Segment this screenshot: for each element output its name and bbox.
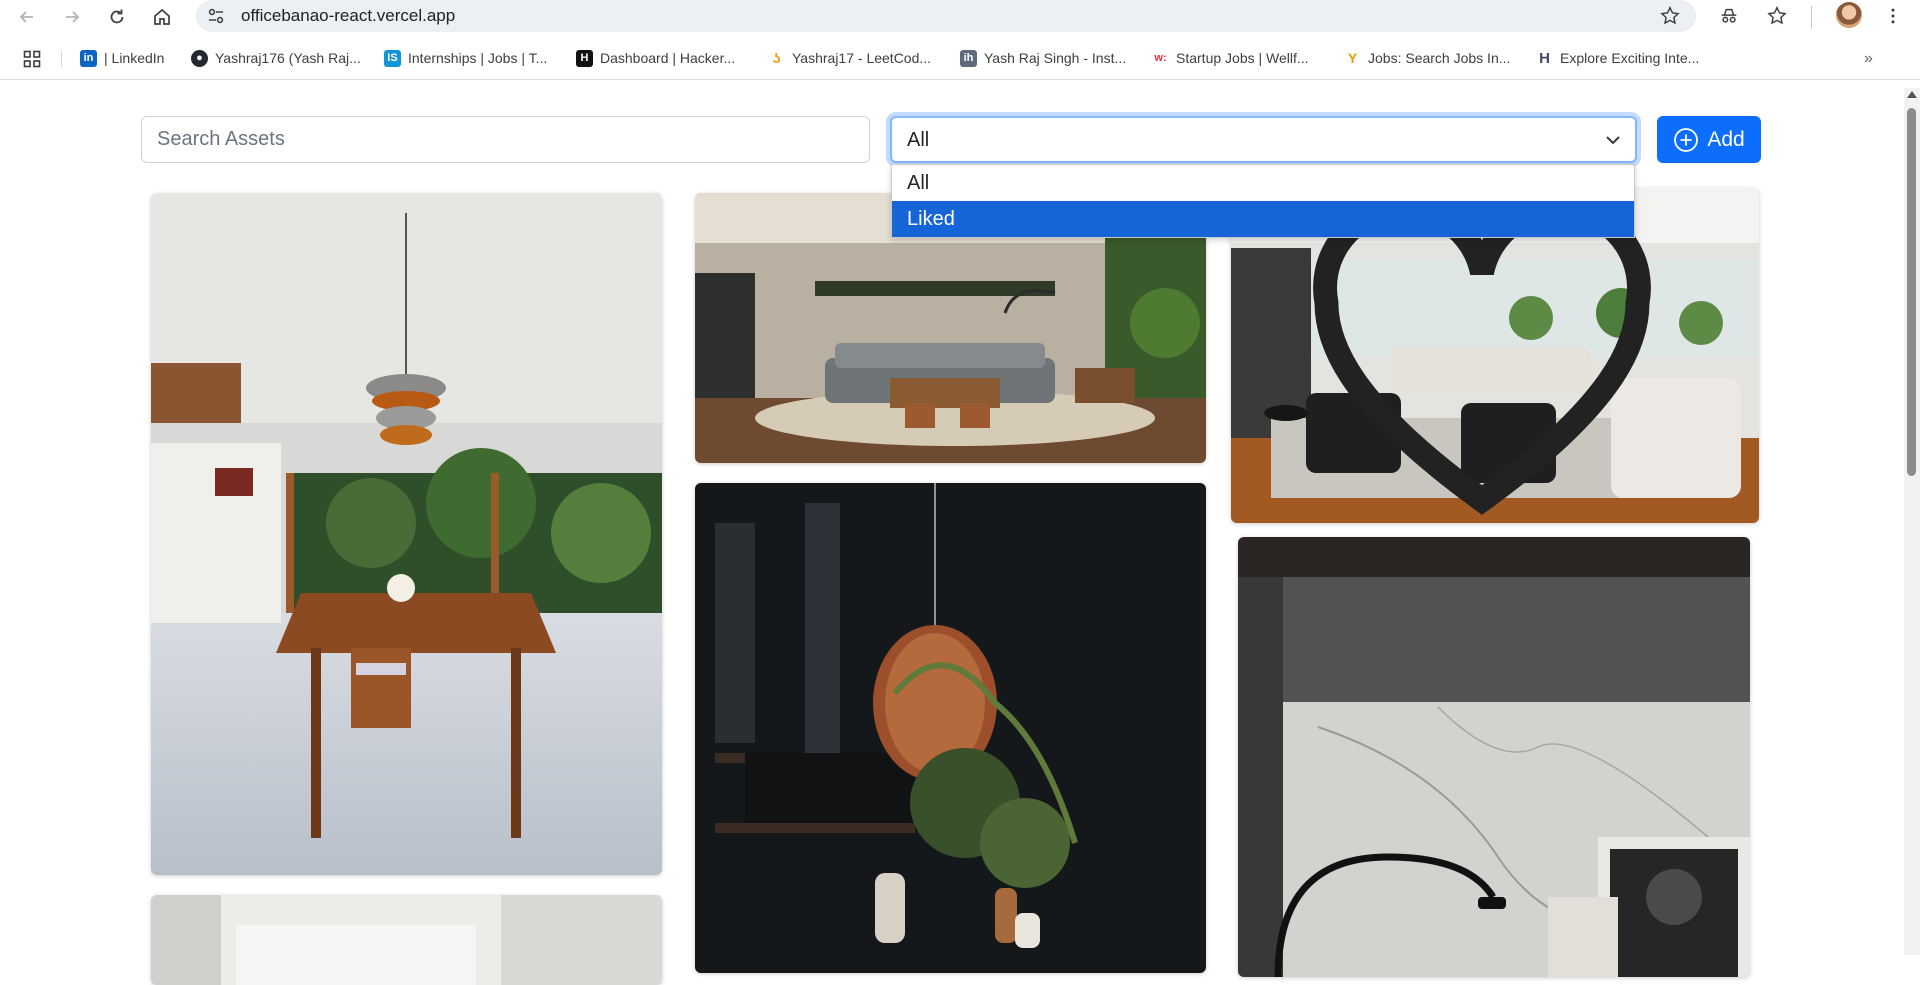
filter-selected-value: All <box>907 129 930 151</box>
more-vert-icon <box>1891 8 1895 24</box>
bookmark-unstop[interactable]: H Explore Exciting Inte... <box>1536 48 1699 68</box>
unstop-icon: H <box>1536 49 1553 67</box>
bookmark-star-icon[interactable] <box>1659 5 1681 27</box>
incognito-extension-button[interactable] <box>1717 4 1741 28</box>
bookmark-internshala[interactable]: IS Internships | Jobs | T... <box>384 48 547 68</box>
bookmark-label: Startup Jobs | Wellf... <box>1176 50 1309 66</box>
filter-select[interactable]: All <box>890 116 1637 163</box>
bookmark-label: Yashraj176 (Yash Raj... <box>215 50 361 66</box>
back-button[interactable] <box>13 3 41 31</box>
browser-toolbar: officebanao-react.vercel.app <box>0 0 1920 34</box>
browser-menu-button[interactable] <box>1881 4 1905 28</box>
marble-wall-image <box>1238 537 1750 977</box>
filter-option-all[interactable]: All <box>892 165 1634 201</box>
hackerrank-icon: H <box>576 49 593 67</box>
bookmark-wellfound[interactable]: w: Startup Jobs | Wellf... <box>1152 48 1309 68</box>
scroll-up-arrow-icon[interactable] <box>1907 91 1917 98</box>
dining-room-image <box>151 193 662 875</box>
star-list-icon <box>1767 6 1787 25</box>
asset-card[interactable] <box>151 895 662 985</box>
instahyre-icon: ih <box>960 49 977 67</box>
bookmark-github[interactable]: ● Yashraj176 (Yash Raj... <box>191 48 361 68</box>
add-button-label: Add <box>1707 127 1745 151</box>
search-input[interactable] <box>141 116 870 163</box>
arrow-right-icon <box>66 11 80 23</box>
bookmark-label: Jobs: Search Jobs In... <box>1368 50 1511 66</box>
bookmark-label: Internships | Jobs | T... <box>408 50 548 66</box>
asset-card[interactable] <box>151 193 662 875</box>
bookmark-label: Explore Exciting Inte... <box>1560 50 1700 66</box>
page-scrollbar[interactable] <box>1904 88 1920 955</box>
reload-button[interactable] <box>103 3 131 31</box>
extension-icon <box>1721 8 1737 23</box>
plus-circle-icon <box>1674 127 1699 152</box>
url-text: officebanao-react.vercel.app <box>241 6 456 25</box>
bookmark-jobs[interactable]: Y Jobs: Search Jobs In... <box>1344 48 1510 68</box>
favorites-button[interactable] <box>1765 4 1789 28</box>
site-info-icon[interactable] <box>206 6 226 26</box>
like-heart-icon[interactable] <box>1231 201 1746 523</box>
bookmark-leetcode[interactable]: ʖ Yashraj17 - LeetCod... <box>768 48 931 68</box>
white-room-image <box>151 895 662 985</box>
reload-icon <box>110 9 124 24</box>
wellfound-icon: w: <box>1152 49 1169 67</box>
leetcode-icon: ʖ <box>768 49 785 67</box>
bookmark-label: Yashraj17 - LeetCod... <box>792 50 932 66</box>
github-icon: ● <box>191 49 208 67</box>
toolbar-divider <box>1811 6 1812 28</box>
bookmark-instahyre[interactable]: ih Yash Raj Singh - Inst... <box>960 48 1126 68</box>
address-bar[interactable]: officebanao-react.vercel.app <box>196 0 1696 32</box>
bookmark-label: | LinkedIn <box>104 50 165 66</box>
scrollbar-thumb[interactable] <box>1907 108 1916 476</box>
home-button[interactable] <box>148 3 176 31</box>
asset-card[interactable] <box>1231 188 1759 523</box>
bookmarks-bar: in | LinkedIn ● Yashraj176 (Yash Raj... … <box>0 38 1920 80</box>
filter-option-liked[interactable]: Liked <box>892 201 1634 237</box>
jobs-icon: Y <box>1344 49 1361 67</box>
bookmarks-overflow-icon[interactable]: » <box>1864 50 1873 68</box>
asset-card[interactable] <box>695 483 1206 973</box>
profile-avatar[interactable] <box>1836 2 1862 28</box>
arrow-left-icon <box>19 11 33 23</box>
add-asset-button[interactable]: Add <box>1657 116 1761 163</box>
filter-dropdown-list: All Liked <box>891 164 1635 238</box>
chevron-down-icon <box>1606 136 1620 145</box>
apps-grid-icon[interactable] <box>23 50 41 68</box>
internshala-icon: IS <box>384 49 401 67</box>
forward-button[interactable] <box>58 3 86 31</box>
asset-card[interactable] <box>1238 537 1750 977</box>
linkedin-icon: in <box>80 49 97 67</box>
bookmark-linkedin[interactable]: in | LinkedIn <box>80 48 164 68</box>
dark-kitchen-image <box>695 483 1206 973</box>
bookmark-hackerrank[interactable]: H Dashboard | Hacker... <box>576 48 735 68</box>
bookmark-label: Yash Raj Singh - Inst... <box>984 50 1127 66</box>
bookmarks-divider <box>61 50 62 68</box>
bookmark-label: Dashboard | Hacker... <box>600 50 736 66</box>
home-icon <box>154 8 170 25</box>
